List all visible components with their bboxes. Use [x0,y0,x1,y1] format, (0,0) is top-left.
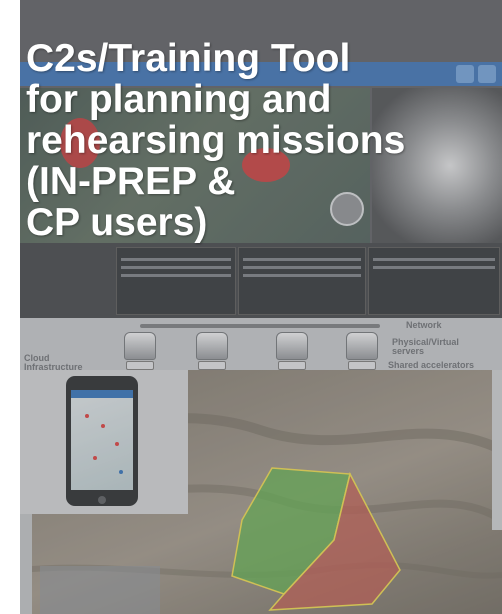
network-label: Network [406,320,442,330]
accelerator-icon [278,361,306,370]
server-icon [124,332,156,360]
slide: Network Physical/Virtual servers Cloud I… [0,0,502,614]
server-icon [276,332,308,360]
title-line: rehearsing missions [26,119,406,162]
urban-area [40,566,160,614]
table-row [121,274,231,277]
phone-app-header [71,390,133,398]
accelerator-icon [348,361,376,370]
map-pin-icon [85,414,89,418]
title-line: (IN-PREP & [26,160,236,203]
slide-title: C2s/Training Tool for planning and rehea… [26,38,496,243]
table-panel [238,247,366,315]
table-row [373,266,495,269]
accelerator-icon [198,361,226,370]
title-line: C2s/Training Tool [26,37,351,80]
map-pin-icon [115,442,119,446]
map-pin-icon [101,424,105,428]
server-icon [346,332,378,360]
table-panel [116,247,236,315]
table-row [121,266,231,269]
title-line: for planning and [26,78,332,121]
cloud-infrastructure-diagram: Network Physical/Virtual servers Cloud I… [20,318,502,370]
table-row [121,258,231,261]
network-line [140,324,380,328]
accelerator-icon [126,361,154,370]
table-row [243,274,361,277]
map-pin-icon [93,456,97,460]
title-line: CP users) [26,201,208,244]
table-row [243,266,361,269]
table-panel [368,247,500,315]
smartphone-icon [66,376,138,506]
table-row [373,258,495,261]
phone-inset [20,370,188,514]
servers-label: Physical/Virtual servers [392,337,459,356]
mission-tables [20,243,502,318]
map-right-toolbar [492,370,502,530]
cloud-infrastructure-label: Cloud Infrastructure [24,353,83,371]
server-icon [196,332,228,360]
terrain-map [20,370,502,614]
accelerators-label: Shared accelerators [388,360,475,370]
map-pin-icon [119,470,123,474]
map-left-toolbar [20,510,32,614]
table-row [243,258,361,261]
phone-screen [71,390,133,490]
phone-home-button [98,496,106,504]
